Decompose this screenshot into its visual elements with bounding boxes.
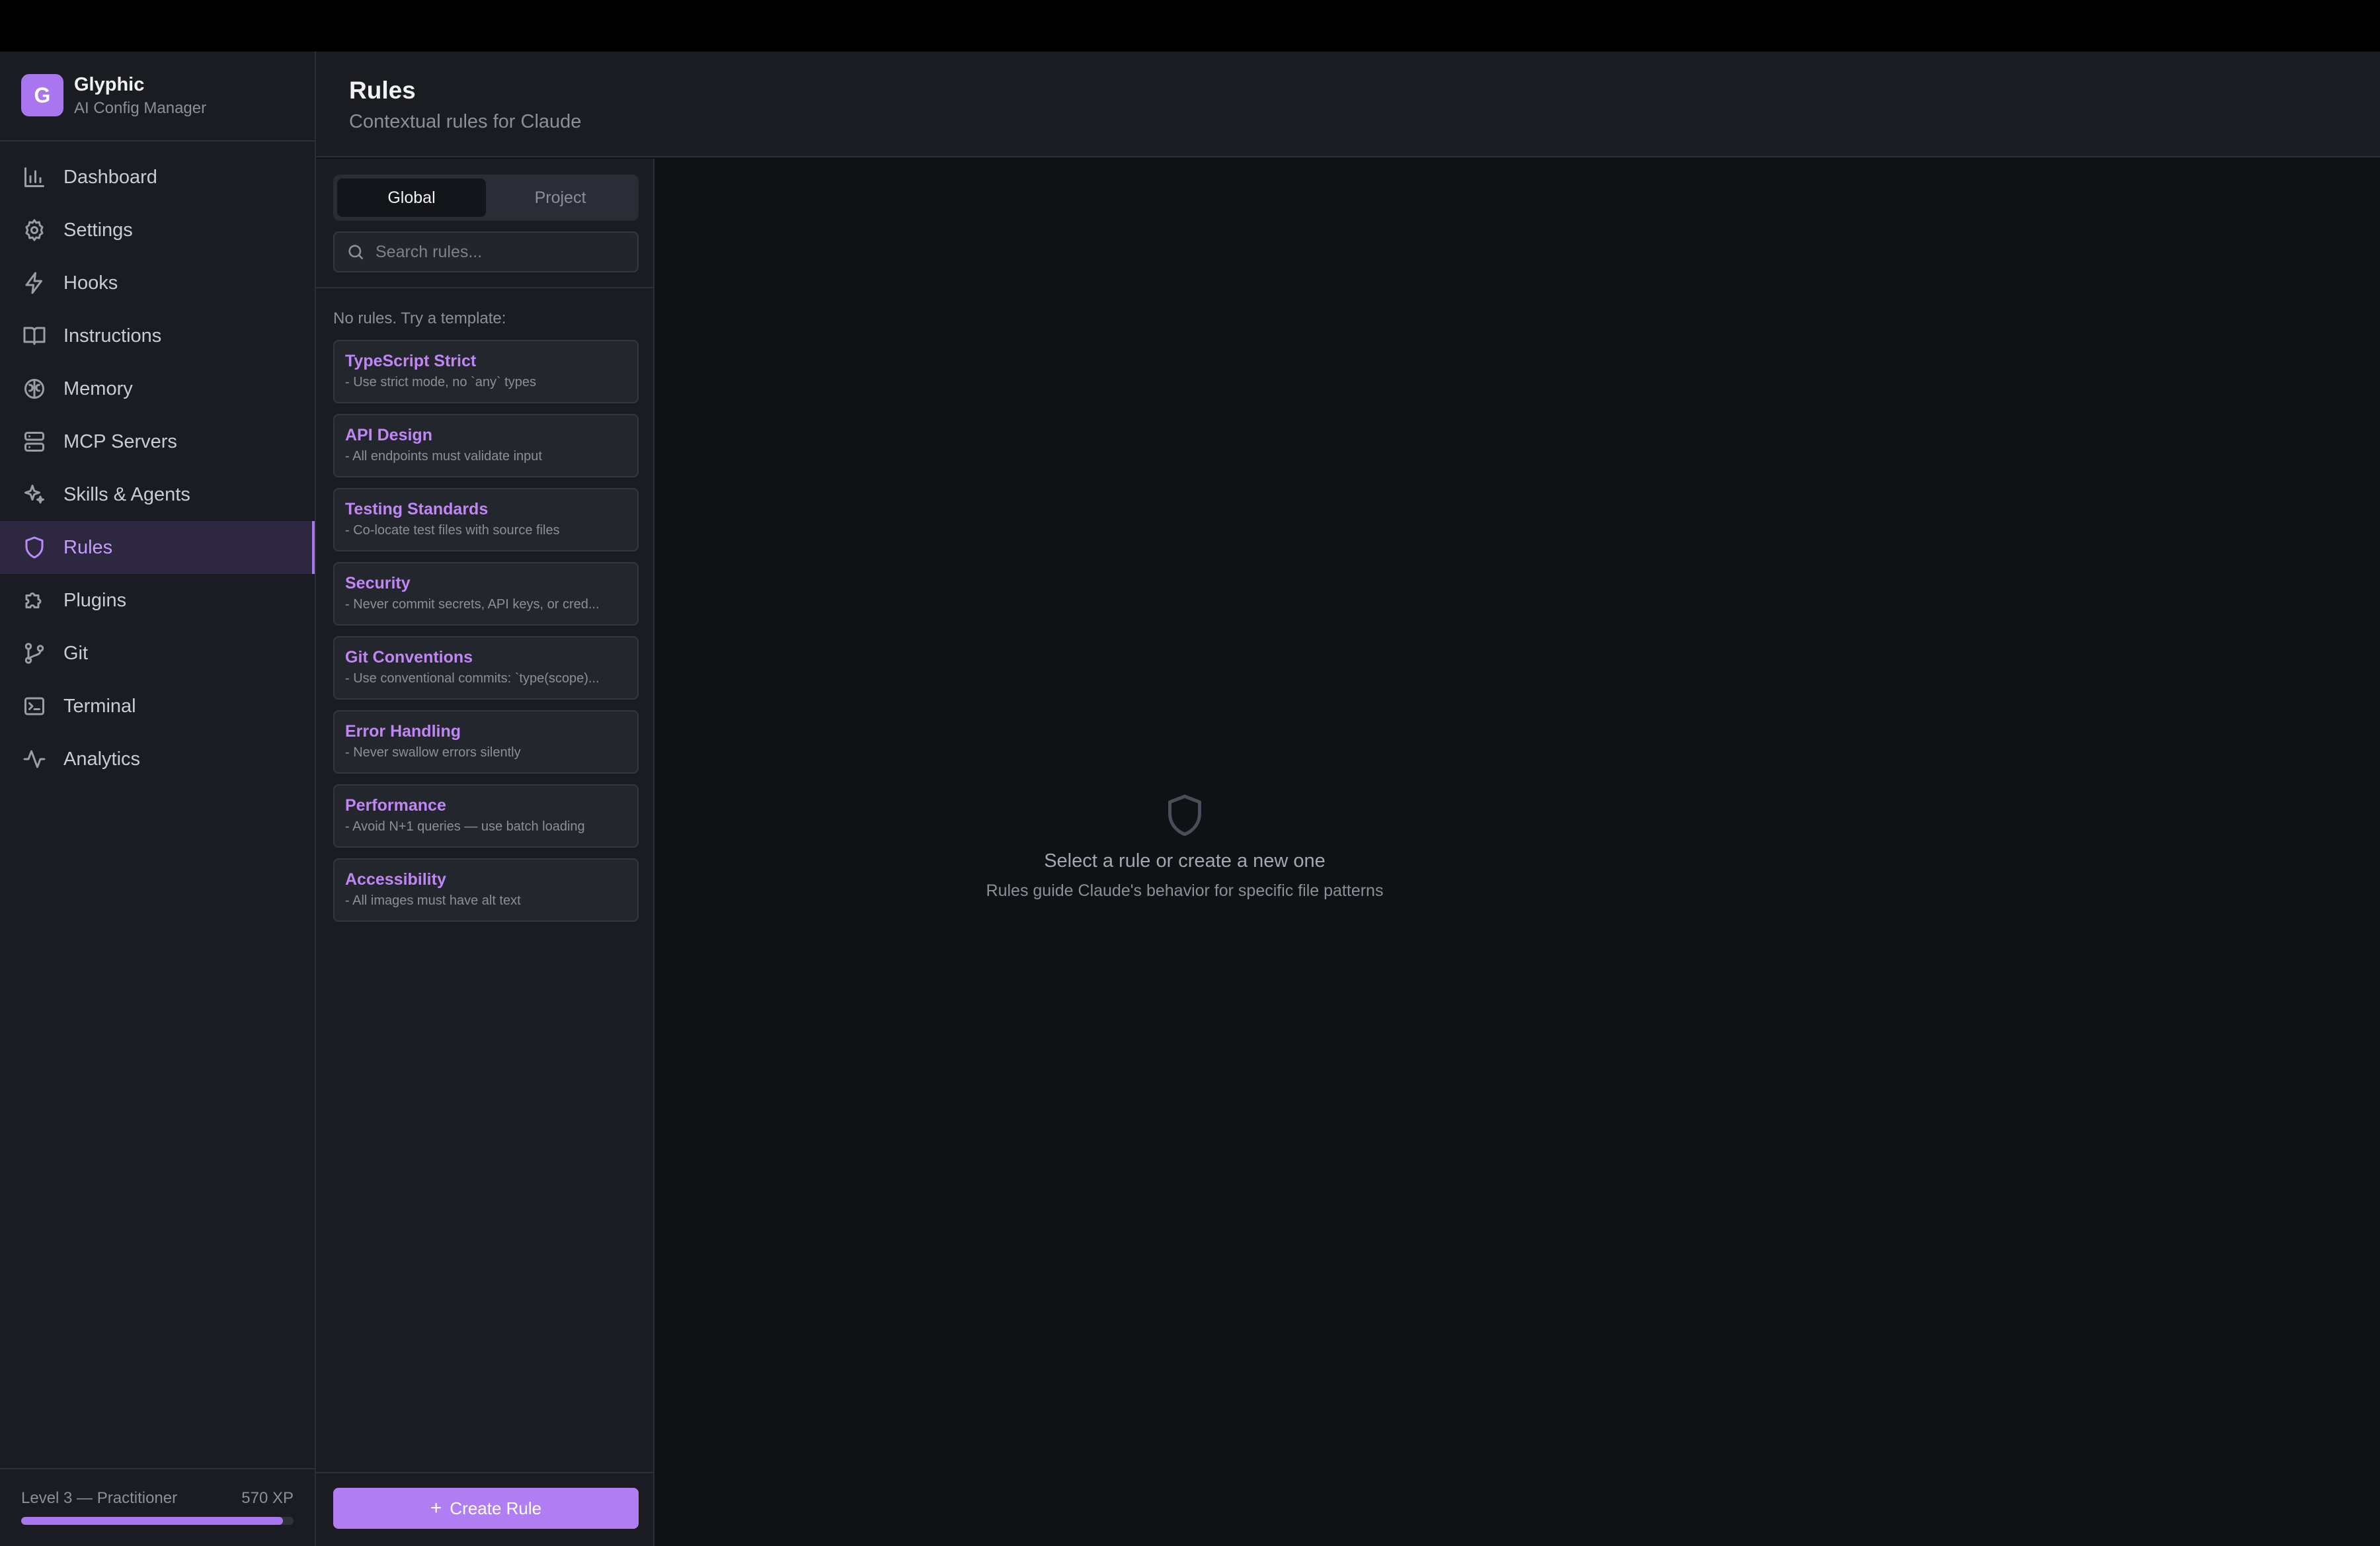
sidebar-item-plugins[interactable]: Plugins: [0, 574, 315, 627]
server-icon: [21, 428, 48, 455]
template-description: - Co-locate test files with source files: [345, 523, 560, 538]
page-header: Rules Contextual rules for Claude: [316, 52, 2380, 157]
template-card-error-handling[interactable]: Error Handling - Never swallow errors si…: [333, 710, 639, 774]
search-icon: [348, 245, 364, 260]
sidebar-item-git[interactable]: Git: [0, 627, 315, 680]
sidebar-item-label: Analytics: [63, 748, 141, 770]
sidebar-item-skills-agents[interactable]: Skills & Agents: [0, 468, 315, 521]
xp-level-label: Level 3 — Practitioner: [21, 1489, 178, 1507]
template-title: Error Handling: [345, 722, 461, 741]
shield-icon: [1165, 793, 1205, 837]
sidebar: G Glyphic AI Config Manager Dashboard Se…: [0, 52, 316, 1546]
empty-state-title: Select a rule or create a new one: [1044, 850, 1326, 872]
page-subtitle: Contextual rules for Claude: [349, 111, 582, 132]
template-list: TypeScript Strict - Use strict mode, no …: [333, 340, 639, 932]
xp-progress: Level 3 — Practitioner 570 XP: [0, 1468, 315, 1546]
sidebar-nav: Dashboard Settings Hooks Instructions Me…: [0, 151, 315, 786]
template-card-security[interactable]: Security - Never commit secrets, API key…: [333, 562, 639, 626]
sidebar-item-dashboard[interactable]: Dashboard: [0, 151, 315, 204]
gear-icon: [21, 217, 48, 243]
template-card-accessibility[interactable]: Accessibility - All images must have alt…: [333, 858, 639, 922]
template-card-git-conventions[interactable]: Git Conventions - Use conventional commi…: [333, 636, 639, 700]
app-subtitle: AI Config Manager: [74, 99, 207, 117]
app-logo: G: [21, 74, 63, 116]
template-title: Git Conventions: [345, 648, 473, 667]
app-name: Glyphic: [74, 74, 145, 95]
empty-rules-hint: No rules. Try a template:: [333, 309, 506, 327]
template-description: - All endpoints must validate input: [345, 449, 542, 464]
sidebar-item-instructions[interactable]: Instructions: [0, 309, 315, 362]
activity-icon: [21, 746, 48, 772]
xp-value-label: 570 XP: [241, 1489, 294, 1507]
tab-project[interactable]: Project: [486, 179, 635, 217]
template-description: - Use strict mode, no `any` types: [345, 375, 536, 389]
sidebar-item-label: Terminal: [63, 695, 136, 717]
sidebar-item-label: MCP Servers: [63, 430, 177, 452]
template-title: TypeScript Strict: [345, 352, 477, 370]
brand: G Glyphic AI Config Manager: [0, 52, 315, 142]
plus-icon: +: [430, 1497, 442, 1519]
divider: [316, 287, 653, 288]
create-rule-label: Create Rule: [450, 1498, 542, 1518]
git-branch-icon: [21, 640, 48, 667]
shield-icon: [21, 534, 48, 561]
search-input[interactable]: [376, 242, 627, 262]
sidebar-item-label: Plugins: [63, 589, 127, 611]
create-rule-button[interactable]: + Create Rule: [333, 1488, 639, 1529]
search-box: [333, 231, 639, 272]
sparkles-icon: [21, 481, 48, 508]
template-description: - Use conventional commits: `type(scope)…: [345, 671, 600, 686]
sidebar-item-hooks[interactable]: Hooks: [0, 257, 315, 309]
template-card-testing-standards[interactable]: Testing Standards - Co-locate test files…: [333, 488, 639, 551]
sidebar-item-label: Rules: [63, 536, 113, 558]
template-description: - Never swallow errors silently: [345, 745, 521, 760]
empty-state-subtitle: Rules guide Claude's behavior for specif…: [986, 881, 1384, 900]
sidebar-item-label: Memory: [63, 378, 133, 399]
template-description: - Avoid N+1 queries — use batch loading: [345, 819, 585, 834]
sidebar-item-label: Git: [63, 642, 89, 664]
template-description: - All images must have alt text: [345, 893, 521, 908]
template-title: API Design: [345, 426, 432, 444]
puzzle-icon: [21, 587, 48, 614]
rules-list-panel: Global Project No rules. Try a template:…: [316, 159, 654, 1546]
sidebar-item-terminal[interactable]: Terminal: [0, 680, 315, 733]
bar-chart-icon: [21, 164, 48, 190]
template-card-api-design[interactable]: API Design - All endpoints must validate…: [333, 414, 639, 477]
page-title: Rules: [349, 77, 416, 104]
sidebar-item-label: Settings: [63, 219, 133, 241]
sidebar-item-label: Hooks: [63, 272, 118, 294]
xp-progress-fill: [21, 1517, 283, 1525]
template-title: Testing Standards: [345, 500, 489, 518]
panel-footer: + Create Rule: [316, 1472, 653, 1546]
template-card-typescript-strict[interactable]: TypeScript Strict - Use strict mode, no …: [333, 340, 639, 403]
sidebar-item-label: Dashboard: [63, 166, 157, 188]
sidebar-item-settings[interactable]: Settings: [0, 204, 315, 257]
template-title: Performance: [345, 796, 446, 815]
template-title: Security: [345, 574, 411, 592]
empty-state: Select a rule or create a new one Rules …: [656, 793, 1714, 901]
scope-toggle: Global Project: [333, 175, 639, 221]
template-title: Accessibility: [345, 870, 446, 889]
sidebar-item-label: Skills & Agents: [63, 483, 190, 505]
sidebar-item-mcp-servers[interactable]: MCP Servers: [0, 415, 315, 468]
tab-global[interactable]: Global: [337, 179, 486, 217]
sidebar-item-memory[interactable]: Memory: [0, 362, 315, 415]
book-icon: [21, 323, 48, 349]
template-description: - Never commit secrets, API keys, or cre…: [345, 597, 600, 612]
sidebar-item-label: Instructions: [63, 325, 162, 346]
terminal-icon: [21, 693, 48, 719]
xp-progress-bar: [21, 1517, 294, 1525]
lightning-icon: [21, 270, 48, 296]
template-card-performance[interactable]: Performance - Avoid N+1 queries — use ba…: [333, 784, 639, 848]
sidebar-item-rules[interactable]: Rules: [0, 521, 315, 574]
window-titlebar: [0, 0, 2380, 52]
sidebar-item-analytics[interactable]: Analytics: [0, 733, 315, 786]
rule-editor-area: Select a rule or create a new one Rules …: [656, 159, 2380, 1546]
brain-icon: [21, 376, 48, 402]
